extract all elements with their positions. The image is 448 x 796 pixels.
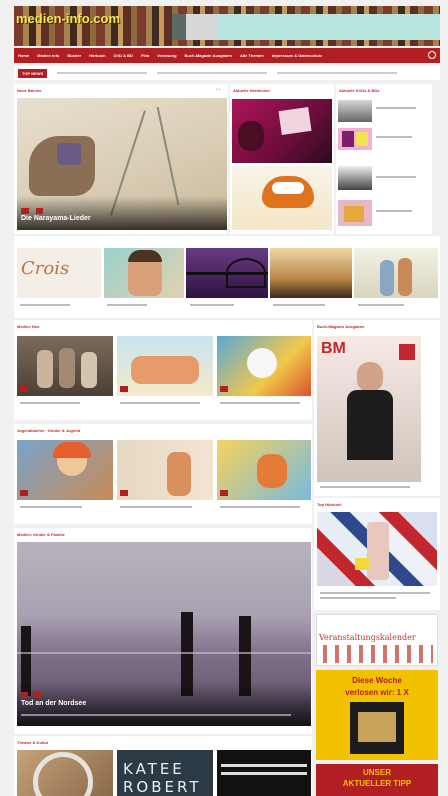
media-caption-4[interactable]: [273, 304, 325, 306]
nav-item-magazin[interactable]: Buch-Magazin Ausgaben: [185, 53, 232, 58]
news-tile-1[interactable]: [17, 336, 113, 396]
media-tile-1[interactable]: Crois: [17, 248, 101, 298]
magazine-cover[interactable]: BM: [317, 336, 421, 482]
family-featured-excerpt: [21, 714, 291, 716]
dvd-caption-3[interactable]: [376, 176, 416, 178]
section-title: Aktuelle Hörbücher: [233, 88, 270, 93]
dvd-caption-2[interactable]: [376, 136, 412, 138]
news-caption-2[interactable]: [120, 402, 200, 404]
magazine-caption[interactable]: [320, 486, 410, 488]
dvd-thumb-4[interactable]: [338, 200, 372, 226]
dvd-caption-1[interactable]: [376, 107, 416, 109]
nav-item-verlosung[interactable]: Verlosung: [157, 53, 176, 58]
nav-item-buecher[interactable]: Bücher: [67, 53, 81, 58]
news-caption-1[interactable]: [20, 402, 80, 404]
current-tip-widget[interactable]: UNSER AKTUELLER TIPP: [316, 764, 438, 796]
section-title: Aktuelle DVDs & BDs: [339, 88, 380, 93]
youth-tile-2[interactable]: [117, 440, 213, 500]
main-navigation: Home Medien Info Bücher Hörbuch DVD & BD…: [14, 48, 440, 63]
youth-caption-2[interactable]: [120, 506, 192, 508]
featured-image[interactable]: [17, 98, 227, 230]
top-audiobook-caption[interactable]: [320, 592, 430, 594]
news-caption-3[interactable]: [220, 402, 300, 404]
nav-item-dvd[interactable]: DVD & BD: [114, 53, 133, 58]
nav-item-home[interactable]: Home: [18, 53, 29, 58]
category-badge[interactable]: [33, 692, 42, 698]
top-audiobook-image[interactable]: [317, 512, 437, 586]
weekly-giveaway-widget[interactable]: Diese Woche verlosen wir: 1 X: [316, 670, 438, 760]
media-tile-2[interactable]: [104, 248, 184, 298]
category-badge[interactable]: [21, 692, 29, 698]
category-badge[interactable]: [120, 386, 129, 392]
weekly-line-1: Diese Woche: [352, 676, 402, 685]
tip-line-2: AKTUELLER TIPP: [342, 779, 412, 788]
section-title: Medien Neu: [17, 324, 40, 329]
book-cover-word: ROBERT: [123, 778, 202, 796]
nav-item-impressum[interactable]: Impressum & Datenschutz: [272, 53, 322, 58]
section-title: Top Hörbuch: [317, 502, 342, 507]
category-badge[interactable]: [220, 490, 229, 496]
category-badge[interactable]: [20, 490, 29, 496]
ticker-item-2[interactable]: [157, 72, 268, 74]
search-icon[interactable]: [428, 51, 436, 59]
dvd-thumb-1[interactable]: [338, 100, 372, 122]
event-calendar-widget[interactable]: Veranstaltungskalender: [316, 614, 438, 666]
youth-tile-3[interactable]: [217, 440, 311, 500]
media-tile-3[interactable]: [186, 248, 268, 298]
dvd-thumb-3[interactable]: [338, 166, 372, 190]
nav-item-medien-info[interactable]: Medien Info: [37, 53, 59, 58]
giveaway-product-image: [350, 702, 404, 754]
ticker-item-1[interactable]: [57, 72, 148, 74]
top-audiobook-caption-2[interactable]: [320, 597, 396, 599]
site-header: medien-info.com: [14, 6, 440, 46]
nav-item-hoerbuch[interactable]: Hörbuch: [89, 53, 105, 58]
section-title: Medien: Kinder & Familie: [17, 532, 65, 537]
media-caption-2[interactable]: [107, 304, 147, 306]
page: medien-info.com Home Medien Info Bücher …: [0, 0, 448, 796]
category-badge[interactable]: [36, 208, 44, 214]
category-badge[interactable]: [120, 490, 129, 496]
dvd-caption-4[interactable]: [376, 210, 412, 212]
section-title: Buch-Magazin Ausgaben: [317, 324, 365, 329]
site-logo[interactable]: medien-info.com: [16, 11, 120, 26]
youth-caption-1[interactable]: [20, 506, 82, 508]
family-featured-image[interactable]: [17, 542, 311, 726]
category-badge[interactable]: [220, 386, 229, 392]
section-title: Jugendbücher · Kinder & Jugend: [17, 428, 81, 433]
featured-title[interactable]: Die Narayama-Lieder: [21, 215, 91, 222]
theater-tile-2[interactable]: KATEE ROBERT: [117, 750, 213, 796]
news-tile-3[interactable]: [217, 336, 311, 396]
news-ticker: TOP NEWS: [14, 66, 440, 80]
book-cover-word: KATEE: [123, 760, 185, 778]
youth-caption-3[interactable]: [220, 506, 300, 508]
tip-line-1: UNSER: [362, 768, 391, 777]
media-caption-1[interactable]: [20, 304, 70, 306]
weekly-line-2: verlosen wir: 1 X: [345, 688, 409, 697]
category-badge[interactable]: [20, 386, 29, 392]
section-title: Theater & Kultur: [17, 740, 49, 745]
media-caption-3[interactable]: [190, 304, 234, 306]
family-featured-title[interactable]: Tod an der Nordsee: [21, 700, 86, 707]
ticker-badge: TOP NEWS: [18, 68, 48, 78]
news-tile-2[interactable]: [117, 336, 213, 396]
theater-tile-1[interactable]: [17, 750, 113, 796]
banner-image: [186, 14, 218, 40]
ticker-item-3[interactable]: [277, 72, 398, 74]
media-tile-5[interactable]: [354, 248, 438, 298]
nav-item-themen[interactable]: Alle Themen: [240, 53, 264, 58]
dvd-thumb-2[interactable]: [338, 128, 372, 150]
event-calendar-title: Veranstaltungskalender: [319, 633, 416, 642]
audiobook-image-1[interactable]: [232, 99, 332, 163]
category-badge[interactable]: [21, 208, 30, 214]
nav-item-film[interactable]: Film: [141, 53, 149, 58]
section-title: Neue Bücher: [17, 88, 42, 93]
audiobook-image-2[interactable]: [232, 166, 332, 230]
media-tile-4[interactable]: [270, 248, 352, 298]
youth-tile-1[interactable]: [17, 440, 113, 500]
media-caption-5[interactable]: [358, 304, 404, 306]
slider-arrows[interactable]: ‹ ›: [216, 87, 221, 93]
theater-tile-3[interactable]: [217, 750, 311, 796]
